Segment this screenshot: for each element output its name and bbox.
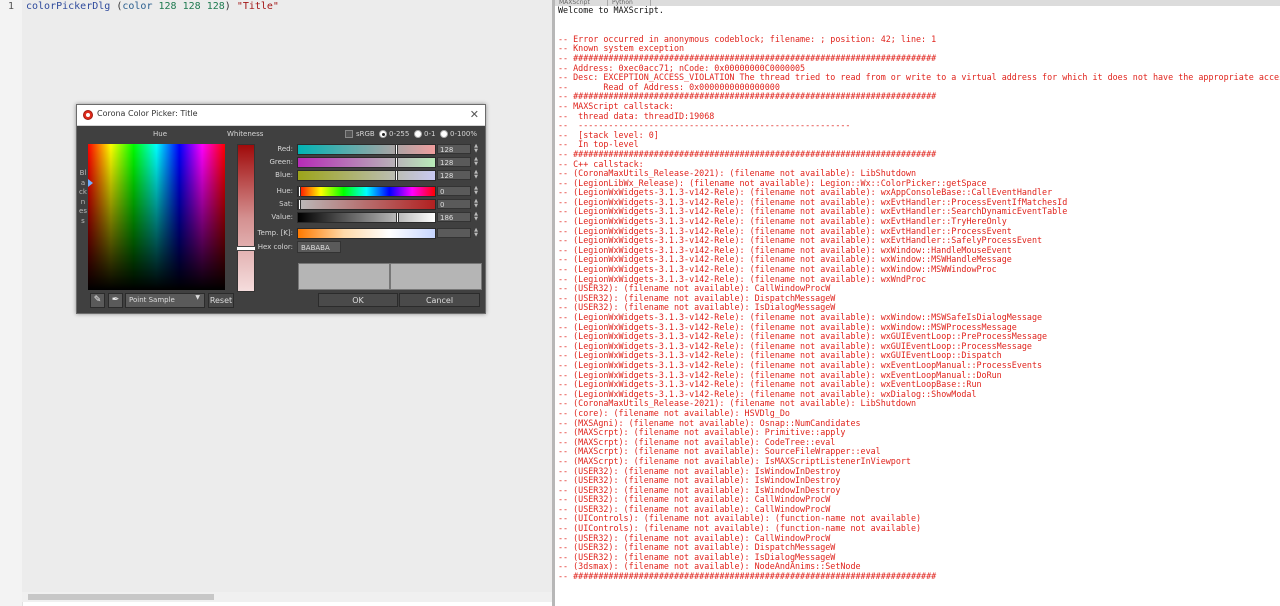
mode-0-255-label: 0-255 xyxy=(389,130,410,138)
blackness-label: Blackness xyxy=(79,169,87,225)
log-line: -- [stack level: 0] xyxy=(558,129,659,140)
red-label: Red: xyxy=(277,145,293,153)
hex-color-input[interactable]: BABABA xyxy=(297,241,341,253)
hue-row-label: Hue: xyxy=(276,187,293,195)
code-number-token: 128 xyxy=(158,1,177,12)
srgb-checkbox[interactable] xyxy=(345,130,353,138)
log-line: -- #####################################… xyxy=(558,571,937,582)
red-slider-thumb[interactable] xyxy=(395,144,398,155)
code-number-token: 128 xyxy=(182,1,201,12)
temperature-value-field[interactable] xyxy=(437,228,471,238)
mode-0-1-label: 0-1 xyxy=(424,130,436,138)
reset-button[interactable]: Reset xyxy=(208,293,234,308)
hex-label: Hex color: xyxy=(257,243,293,251)
sat-slider-thumb[interactable] xyxy=(298,199,301,210)
sat-label: Sat: xyxy=(279,200,293,208)
temp-label: Temp. [K]: xyxy=(257,229,293,237)
blue-label: Blue: xyxy=(275,171,293,179)
blue-slider[interactable] xyxy=(297,170,436,181)
blue-value-field[interactable]: 128 xyxy=(437,170,471,180)
mode-0-100-radio[interactable] xyxy=(440,130,448,138)
value-slider[interactable] xyxy=(297,212,436,223)
hue-value-field[interactable]: 0 xyxy=(437,186,471,196)
value-value-field[interactable]: 186 xyxy=(437,212,471,222)
sat-slider[interactable] xyxy=(297,199,436,210)
color-picker-dialog: Corona Color Picker: Title ✕ Hue Whitene… xyxy=(76,104,486,314)
log-line: Welcome to MAXScript. xyxy=(558,5,664,15)
code-string-token: "Title" xyxy=(236,1,279,12)
blackness-marker[interactable] xyxy=(88,179,93,187)
code-line[interactable]: colorPickerDlg (color 128 128 128) "Titl… xyxy=(26,1,279,12)
temperature-slider[interactable] xyxy=(297,228,436,239)
code-paren-token: ) xyxy=(224,1,231,12)
green-label: Green: xyxy=(269,158,293,166)
new-color-swatch xyxy=(298,263,390,290)
code-number-token: 128 xyxy=(206,1,225,12)
dialog-title: Corona Color Picker: Title xyxy=(97,109,198,118)
log-line: -- #####################################… xyxy=(558,148,937,159)
editor-horizontal-scrollbar[interactable] xyxy=(22,592,552,602)
corona-logo-icon xyxy=(83,110,93,120)
green-value-field[interactable]: 128 xyxy=(437,157,471,167)
value-label: Value: xyxy=(271,213,293,221)
line-number-gutter: 1 xyxy=(0,0,23,606)
value-slider-thumb[interactable] xyxy=(396,212,399,223)
mode-0-100-label: 0-100% xyxy=(450,130,477,138)
line-number: 1 xyxy=(7,1,14,12)
eyedropper-active-icon[interactable]: ✒ xyxy=(108,293,123,308)
sample-mode-select[interactable]: Point Sample ▼ xyxy=(125,293,205,308)
green-slider[interactable] xyxy=(297,157,436,168)
chevron-down-icon: ▼ xyxy=(195,294,200,301)
mode-0-1-radio[interactable] xyxy=(414,130,422,138)
dialog-title-bar[interactable]: Corona Color Picker: Title ✕ xyxy=(77,105,485,126)
whiteness-label: Whiteness xyxy=(227,130,264,138)
hue-slider[interactable] xyxy=(297,186,436,197)
temperature-spinner-icon[interactable]: ▲ ▼ xyxy=(473,228,479,238)
blue-slider-thumb[interactable] xyxy=(395,170,398,181)
blue-spinner-icon[interactable]: ▲ ▼ xyxy=(473,170,479,180)
code-keyword-token: color xyxy=(122,1,153,12)
original-color-swatch[interactable] xyxy=(390,263,482,290)
red-value-field[interactable]: 128 xyxy=(437,144,471,154)
log-line: -- -------------------------------------… xyxy=(558,120,851,131)
close-icon[interactable]: ✕ xyxy=(470,108,479,121)
maxscript-listener[interactable]: MAXScript Python Welcome to MAXScript. --… xyxy=(555,0,1280,606)
scrollbar-thumb[interactable] xyxy=(28,594,214,600)
hue-slider-thumb[interactable] xyxy=(298,186,301,197)
sat-value-field[interactable]: 0 xyxy=(437,199,471,209)
green-spinner-icon[interactable]: ▲ ▼ xyxy=(473,157,479,167)
hue-spinner-icon[interactable]: ▲ ▼ xyxy=(473,186,479,196)
sat-spinner-icon[interactable]: ▲ ▼ xyxy=(473,199,479,209)
hue-label: Hue xyxy=(153,130,168,138)
ok-button[interactable]: OK xyxy=(318,293,398,307)
eyedropper-icon[interactable]: ✎ xyxy=(90,293,105,308)
code-function-token: colorPickerDlg xyxy=(26,1,111,12)
mode-0-255-radio[interactable] xyxy=(379,130,387,138)
listener-output[interactable]: Welcome to MAXScript. -- Error occurred i… xyxy=(558,5,1280,582)
red-slider[interactable] xyxy=(297,144,436,155)
value-spinner-icon[interactable]: ▲ ▼ xyxy=(473,212,479,222)
red-spinner-icon[interactable]: ▲ ▼ xyxy=(473,144,479,154)
green-slider-thumb[interactable] xyxy=(395,157,398,168)
cancel-button[interactable]: Cancel xyxy=(399,293,480,307)
hue-blackness-field[interactable] xyxy=(88,144,225,290)
srgb-label: sRGB xyxy=(356,130,375,138)
sample-mode-value: Point Sample xyxy=(129,296,175,304)
